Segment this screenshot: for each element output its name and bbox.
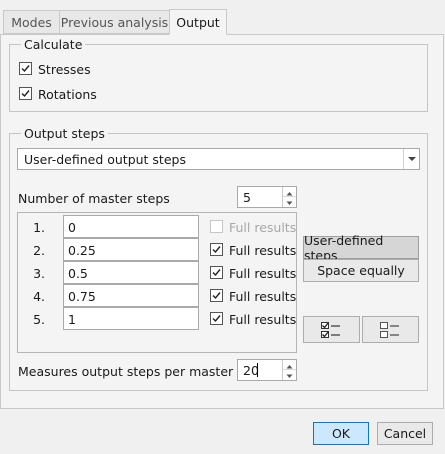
dropdown-value: User-defined output steps xyxy=(24,152,186,167)
full-results-checkbox[interactable] xyxy=(210,289,223,302)
uncheck-all-button[interactable] xyxy=(362,316,419,343)
step-value: 0.5 xyxy=(68,266,88,281)
button-label: OK xyxy=(331,426,351,441)
step-value-input[interactable]: 0.75 xyxy=(63,284,199,307)
step-value: 1 xyxy=(68,312,76,327)
rotations-checkbox[interactable] xyxy=(19,87,32,100)
step-number: 1. xyxy=(33,220,45,235)
output-steps-legend: Output steps xyxy=(21,126,108,141)
step-value: 0 xyxy=(68,220,76,235)
step-value-input[interactable]: 0.25 xyxy=(63,238,199,261)
tab-output[interactable]: Output xyxy=(169,9,227,35)
tab-label: Modes xyxy=(11,14,52,30)
check-all-button[interactable] xyxy=(303,316,360,343)
full-results-label: Full results xyxy=(229,266,297,281)
tab-modes[interactable]: Modes xyxy=(3,10,60,34)
step-value: 0.75 xyxy=(68,289,96,304)
full-results-checkbox[interactable] xyxy=(210,266,223,279)
stresses-checkbox[interactable] xyxy=(19,62,32,75)
step-number: 3. xyxy=(33,266,45,281)
button-label: Cancel xyxy=(383,426,427,441)
step-number: 5. xyxy=(33,312,45,327)
checkmark-icon xyxy=(212,292,221,300)
measures-stepper[interactable]: 20 xyxy=(237,359,297,381)
stresses-label: Stresses xyxy=(38,62,91,77)
step-value: 0.25 xyxy=(68,243,96,258)
full-results-label: Full results xyxy=(229,220,297,235)
ok-button[interactable]: OK xyxy=(313,422,369,445)
tab-previous-analysis[interactable]: Previous analysis xyxy=(59,10,170,34)
full-results-label: Full results xyxy=(229,289,297,304)
stepper-up-icon[interactable] xyxy=(283,360,296,370)
uncheck-all-icon xyxy=(379,321,399,338)
checkmark-icon xyxy=(212,269,221,277)
full-results-checkbox[interactable] xyxy=(210,312,223,325)
button-label: User-defined steps xyxy=(304,232,384,263)
step-number: 2. xyxy=(33,243,45,258)
step-value-input[interactable]: 1 xyxy=(63,307,199,330)
output-steps-dropdown[interactable]: User-defined output steps xyxy=(17,148,420,170)
step-number: 4. xyxy=(33,289,45,304)
full-results-label: Full results xyxy=(229,312,297,327)
check-all-icon xyxy=(320,321,340,338)
checkmark-icon xyxy=(21,90,30,98)
button-label: Space equally xyxy=(317,263,405,278)
checkmark-icon xyxy=(212,315,221,323)
checkmark-icon xyxy=(21,65,30,73)
stepper-down-icon[interactable] xyxy=(283,197,296,207)
calculate-legend: Calculate xyxy=(21,37,86,52)
space-equally-button[interactable]: Space equally xyxy=(303,259,419,282)
master-steps-label: Number of master steps xyxy=(18,191,170,206)
full-results-checkbox[interactable] xyxy=(210,220,223,233)
checkmark-icon xyxy=(212,246,221,254)
master-steps-value: 5 xyxy=(243,190,251,205)
stepper-up-icon[interactable] xyxy=(283,187,296,197)
cancel-button[interactable]: Cancel xyxy=(377,422,433,445)
stepper-down-icon[interactable] xyxy=(283,370,296,380)
full-results-checkbox[interactable] xyxy=(210,243,223,256)
tab-label: Previous analysis xyxy=(60,14,169,30)
measures-label: Measures output steps per master step xyxy=(18,364,265,379)
text-caret xyxy=(257,363,258,377)
tab-label: Output xyxy=(176,14,220,30)
master-steps-stepper[interactable]: 5 xyxy=(237,186,297,208)
chevron-down-icon[interactable] xyxy=(403,149,419,169)
step-value-input[interactable]: 0.5 xyxy=(63,261,199,284)
step-value-input[interactable]: 0 xyxy=(63,215,199,238)
user-defined-steps-button[interactable]: User-defined steps xyxy=(303,233,419,263)
rotations-label: Rotations xyxy=(38,87,97,102)
full-results-label: Full results xyxy=(229,243,297,258)
